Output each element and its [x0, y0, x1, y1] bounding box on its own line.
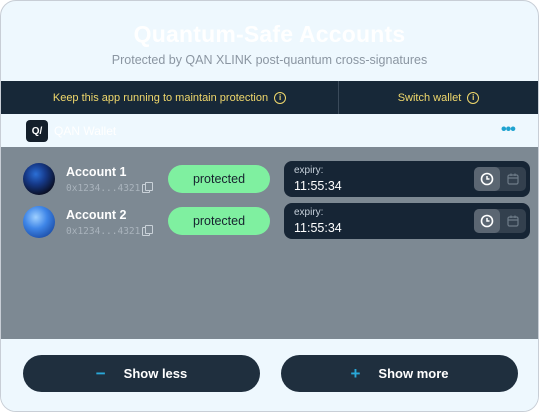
keep-running-notice: Keep this app running to maintain protec… [1, 81, 339, 114]
account-name: Account 1 [66, 165, 127, 179]
account-address: 0x1234...4321 [66, 226, 141, 237]
more-options-icon[interactable]: ••• [501, 121, 516, 139]
info-icon[interactable]: i [274, 91, 287, 104]
expiry-panel: expiry: 11:55:34 [284, 161, 530, 197]
header: Quantum-Safe Accounts Protected by QAN X… [1, 1, 538, 81]
keep-running-text: Keep this app running to maintain protec… [52, 91, 269, 104]
show-more-label: Show more [378, 366, 449, 381]
show-less-button[interactable]: − Show less [23, 355, 260, 392]
expiry-label: expiry: [294, 207, 324, 218]
page-title: Quantum-Safe Accounts [133, 21, 406, 47]
clock-icon[interactable] [474, 209, 500, 233]
show-less-label: Show less [123, 366, 188, 381]
qan-logo: Q/ [26, 120, 48, 142]
copy-icon[interactable] [142, 225, 153, 236]
calendar-icon[interactable] [500, 209, 526, 233]
account-name: Account 2 [66, 208, 127, 222]
expiry-mode-toggle [474, 209, 526, 233]
clock-icon[interactable] [474, 167, 500, 191]
account-address: 0x1234...4321 [66, 183, 141, 194]
plus-icon: + [350, 363, 361, 383]
switch-wallet-button[interactable]: Switch wallet i [339, 81, 538, 114]
minus-icon: − [95, 363, 106, 383]
info-bar: Keep this app running to maintain protec… [1, 81, 538, 114]
calendar-icon[interactable] [500, 167, 526, 191]
wallet-name: QAN Wallet [54, 124, 117, 138]
switch-wallet-label: Switch wallet [397, 91, 462, 104]
show-more-button[interactable]: + Show more [281, 355, 518, 392]
expiry-label: expiry: [294, 165, 324, 176]
app-window: Quantum-Safe Accounts Protected by QAN X… [0, 0, 539, 412]
info-icon[interactable]: i [467, 91, 480, 104]
expiry-panel: expiry: 11:55:34 [284, 203, 530, 239]
avatar [23, 163, 55, 195]
expiry-time: 11:55:34 [294, 179, 342, 193]
status-badge: protected [168, 207, 270, 235]
page-subtitle: Protected by QAN XLINK post-quantum cros… [111, 53, 428, 67]
status-badge: protected [168, 165, 270, 193]
copy-icon[interactable] [142, 182, 153, 193]
expiry-time: 11:55:34 [294, 221, 342, 235]
expiry-mode-toggle [474, 167, 526, 191]
avatar [23, 206, 55, 238]
